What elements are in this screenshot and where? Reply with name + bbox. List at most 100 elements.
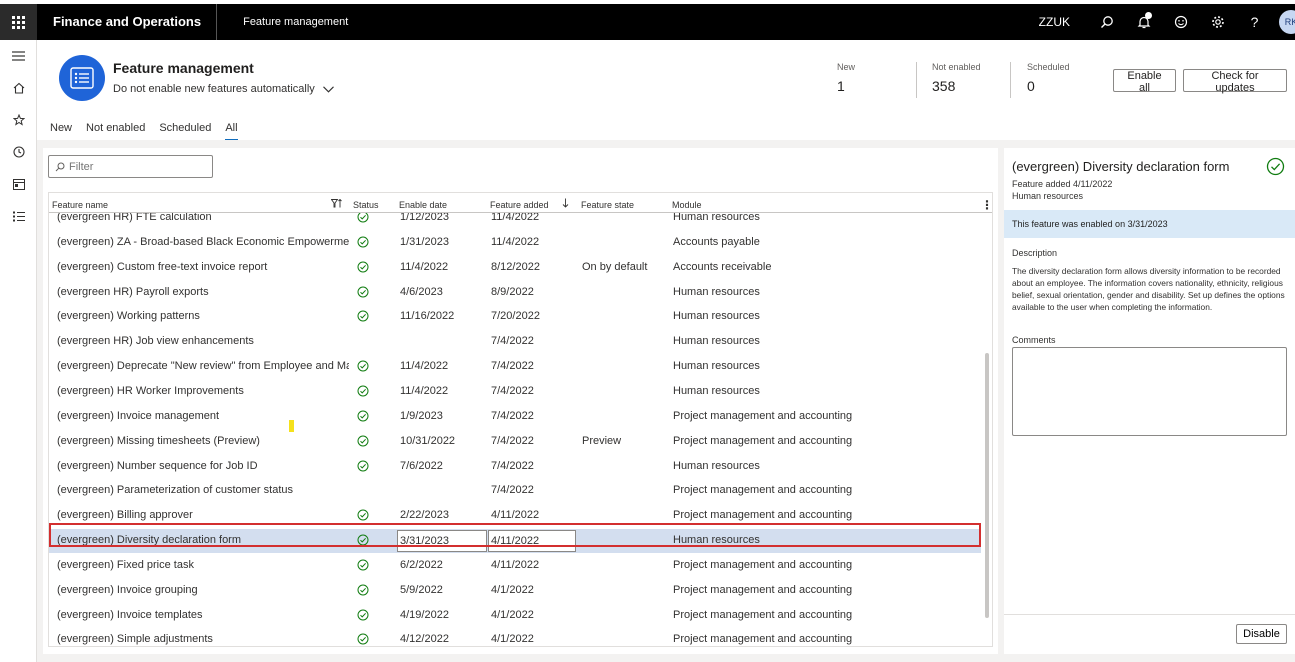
- column-header-feature-added[interactable]: Feature added: [490, 200, 549, 210]
- check-for-updates-button[interactable]: Check for updates: [1183, 69, 1287, 94]
- cell-module: Project management and accounting: [673, 509, 853, 522]
- cell-enable-date: 11/4/2022: [400, 360, 449, 373]
- table-row[interactable]: (evergreen) Working patterns 11/16/2022 7/…: [49, 305, 981, 329]
- cell-enable-date: 3/31/2023: [397, 529, 487, 553]
- cell-module: Human resources: [673, 310, 760, 323]
- status-enabled-check-icon: [357, 236, 369, 248]
- feedback-button[interactable]: [1162, 4, 1199, 40]
- table-row[interactable]: (evergreen HR) FTE calculation 1/12/2023 1…: [49, 213, 981, 230]
- more-options-icon[interactable]: ⋮: [981, 198, 992, 212]
- cell-feature-name: (evergreen) Missing timesheets (Preview): [57, 434, 260, 447]
- table-row[interactable]: (evergreen) HR Worker Improvements 11/4/2…: [49, 380, 981, 404]
- cell-feature-added: 8/12/2022: [491, 260, 540, 273]
- grid-scrollbar[interactable]: [983, 213, 991, 646]
- cell-feature-added: 7/4/2022: [491, 459, 534, 472]
- cell-feature-added: 7/4/2022: [491, 384, 534, 397]
- column-header-module[interactable]: Module: [672, 200, 702, 210]
- home-icon[interactable]: [0, 72, 37, 104]
- cell-feature-state: Preview: [582, 434, 622, 447]
- cell-feature-added: 4/11/2022: [491, 558, 540, 571]
- table-row[interactable]: (evergreen) Invoice management 1/9/2023 7/…: [49, 405, 981, 429]
- feature-details-pane: (evergreen) Diversity declaration form F…: [1004, 148, 1295, 654]
- enable-date-field[interactable]: 3/31/2023: [397, 530, 487, 553]
- table-row[interactable]: (evergreen) Fixed price task 6/2/2022 4/11…: [49, 554, 981, 578]
- cell-enable-date: 10/31/2022: [400, 434, 456, 447]
- enable-all-button[interactable]: Enable all: [1113, 69, 1176, 94]
- description-text: The diversity declaration form allows di…: [1012, 266, 1285, 312]
- cell-feature-name: (evergreen) Diversity declaration form: [57, 534, 242, 547]
- table-row[interactable]: (evergreen) Deprecate "New review" from …: [49, 355, 981, 379]
- menu-icon[interactable]: [0, 40, 37, 72]
- column-header-enable-date[interactable]: Enable date: [399, 200, 447, 210]
- column-header-status[interactable]: Status: [353, 200, 379, 210]
- app-name[interactable]: Finance and Operations: [37, 4, 218, 40]
- status-enabled-check-icon: [357, 633, 369, 645]
- column-header-feature-name[interactable]: Feature name: [52, 200, 108, 210]
- avatar[interactable]: RK: [1279, 10, 1295, 34]
- cell-feature-name: (evergreen) ZA - Broad-based Black Econo…: [57, 235, 349, 248]
- kpi-scheduled[interactable]: Scheduled 0: [1027, 62, 1070, 94]
- cell-feature-name: (evergreen HR) Payroll exports: [57, 285, 209, 298]
- cell-enable-date: 7/6/2022: [400, 459, 443, 472]
- disable-button[interactable]: Disable: [1236, 624, 1287, 644]
- table-row[interactable]: (evergreen) Parameterization of customer…: [49, 479, 981, 503]
- company-picker[interactable]: ZZUK: [1039, 15, 1070, 29]
- column-filter-icon[interactable]: [331, 199, 343, 208]
- cell-feature-added: 7/4/2022: [491, 434, 534, 447]
- table-row[interactable]: (evergreen) Diversity declaration form 3/…: [49, 529, 981, 554]
- comments-field[interactable]: [1012, 347, 1287, 436]
- cell-enable-date: 4/6/2023: [400, 285, 443, 298]
- status-enabled-check-icon: [357, 460, 369, 471]
- table-row[interactable]: (evergreen) Simple adjustments 4/12/2022 4…: [49, 628, 981, 646]
- help-button[interactable]: ?: [1236, 4, 1273, 40]
- tab-new[interactable]: New: [50, 122, 72, 141]
- filter-input[interactable]: [69, 160, 209, 173]
- table-row[interactable]: (evergreen) Invoice grouping 5/9/2022 4/1/…: [49, 579, 981, 603]
- tab-all[interactable]: All: [225, 122, 238, 141]
- app-launcher-button[interactable]: [0, 4, 37, 40]
- chevron-down-icon: [322, 85, 334, 93]
- modules-list-icon[interactable]: [0, 200, 37, 232]
- filter-box[interactable]: [48, 155, 213, 178]
- kpi-not-enabled[interactable]: Not enabled 358: [932, 62, 981, 94]
- favorites-star-icon[interactable]: [0, 104, 37, 136]
- cell-module: Human resources: [673, 285, 760, 298]
- tab-not-enabled[interactable]: Not enabled: [86, 122, 145, 141]
- workspaces-icon[interactable]: [0, 168, 37, 200]
- kpi-label: New: [837, 62, 856, 72]
- kpi-new[interactable]: New 1: [837, 62, 855, 94]
- cell-module: Project management and accounting: [673, 409, 853, 422]
- cell-enable-date: 1/12/2023: [400, 213, 449, 223]
- cell-feature-added: 4/11/2022: [491, 509, 540, 522]
- search-button[interactable]: [1088, 4, 1125, 40]
- column-header-feature-state[interactable]: Feature state: [581, 200, 634, 210]
- table-row[interactable]: (evergreen) Custom free-text invoice rep…: [49, 256, 981, 280]
- cell-enable-date: 4/19/2022: [400, 608, 449, 621]
- sort-descending-icon[interactable]: [562, 198, 569, 208]
- feature-added-field[interactable]: 4/11/2022: [488, 530, 576, 553]
- detail-title: (evergreen) Diversity declaration form: [1012, 159, 1230, 174]
- auto-enable-dropdown[interactable]: Do not enable new features automatically: [113, 83, 334, 95]
- recent-clock-icon[interactable]: [0, 136, 37, 168]
- cell-enable-date: 1/9/2023: [400, 409, 443, 422]
- table-row[interactable]: (evergreen) Number sequence for Job ID 7/…: [49, 455, 981, 479]
- cell-feature-added: 11/4/2022: [491, 235, 540, 248]
- table-row[interactable]: (evergreen HR) Payroll exports 4/6/2023 8/…: [49, 281, 981, 305]
- breadcrumb[interactable]: Feature management: [217, 16, 348, 28]
- table-row[interactable]: (evergreen) Billing approver 2/22/2023 4/1…: [49, 504, 981, 528]
- notifications-button[interactable]: [1125, 4, 1162, 40]
- tab-scheduled[interactable]: Scheduled: [159, 122, 211, 141]
- settings-button[interactable]: [1199, 4, 1236, 40]
- cell-feature-name: (evergreen) Deprecate "New review" from …: [57, 360, 349, 373]
- grid-body: (evergreen HR) FTE calculation 1/12/2023 1…: [49, 213, 981, 646]
- table-row[interactable]: (evergreen HR) Job view enhancements 7/4/…: [49, 330, 981, 354]
- cell-module: Project management and accounting: [673, 434, 853, 447]
- table-row[interactable]: (evergreen) Invoice templates 4/19/2022 4/…: [49, 604, 981, 628]
- search-icon: [1100, 16, 1113, 28]
- table-row[interactable]: (evergreen) ZA - Broad-based Black Econo…: [49, 231, 981, 255]
- waffle-icon: [12, 15, 25, 29]
- table-row[interactable]: (evergreen) Missing timesheets (Preview)…: [49, 430, 981, 454]
- notification-badge: [1145, 12, 1152, 19]
- scrollbar-thumb[interactable]: [985, 353, 989, 618]
- navigation-rail: [0, 40, 37, 662]
